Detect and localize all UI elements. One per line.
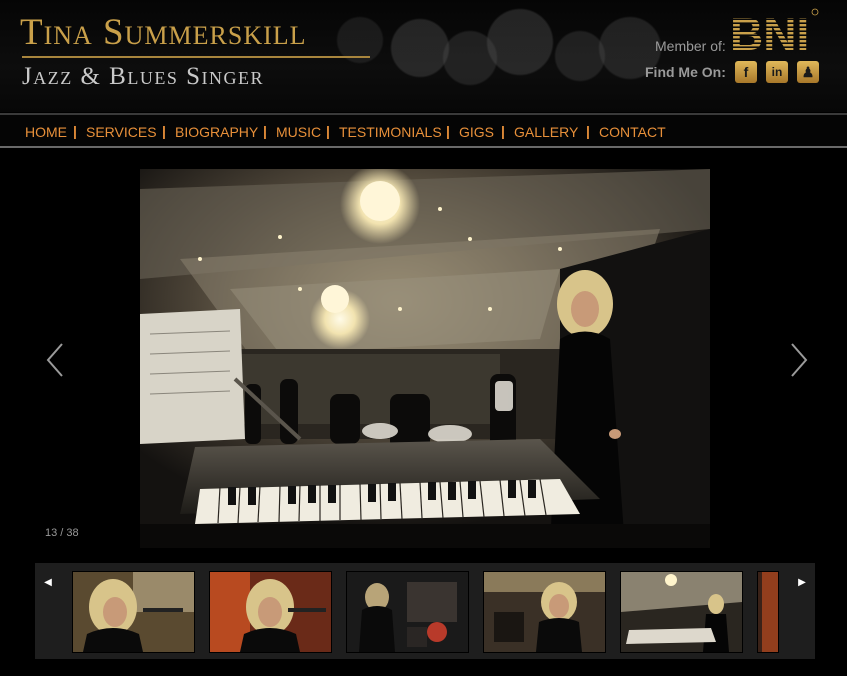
gallery-main-photo[interactable] [140, 169, 710, 548]
thumb-next-button[interactable]: ▶ [789, 563, 815, 659]
nav-bottom-border [0, 146, 847, 148]
chevron-left-icon[interactable] [44, 340, 68, 380]
nav-separator: | [586, 123, 590, 139]
bni-logo[interactable]: BNI [730, 8, 820, 54]
nav-separator: | [73, 123, 77, 139]
site-tagline: Jazz & Blues Singer [22, 63, 264, 90]
nav-biography[interactable]: BIOGRAPHY [175, 124, 258, 140]
bni-text: BNI [730, 8, 809, 54]
member-label: Member of: [655, 38, 726, 54]
nav-separator: | [263, 123, 267, 139]
thumbnail[interactable] [620, 571, 743, 653]
linkedin-icon[interactable]: in [766, 61, 788, 83]
nav-separator: | [446, 123, 450, 139]
facebook-icon[interactable]: f [735, 61, 757, 83]
find-me-label: Find Me On: [645, 64, 726, 80]
nav-home[interactable]: HOME [25, 124, 67, 140]
nav-contact[interactable]: CONTACT [599, 124, 666, 140]
site-header: Tina Summerskill Jazz & Blues Singer Mem… [0, 0, 847, 112]
thumbnail[interactable] [757, 571, 779, 653]
nav-services[interactable]: SERVICES [86, 124, 157, 140]
nav-gallery[interactable]: GALLERY [514, 124, 578, 140]
thumbnail[interactable] [346, 571, 469, 653]
nav-music[interactable]: MUSIC [276, 124, 321, 140]
thumbnail[interactable] [72, 571, 195, 653]
chevron-right-icon[interactable] [786, 340, 810, 380]
nav-separator: | [162, 123, 166, 139]
title-divider [22, 56, 370, 58]
main-nav: HOME | SERVICES | BIOGRAPHY | MUSIC | TE… [0, 115, 847, 146]
photo-counter: 13 / 38 [45, 527, 79, 539]
thumb-prev-button[interactable]: ◀ [35, 563, 61, 659]
myspace-icon[interactable]: ♟ [797, 61, 819, 83]
nav-separator: | [501, 123, 505, 139]
site-title[interactable]: Tina Summerskill [20, 12, 307, 54]
thumbnail[interactable] [483, 571, 606, 653]
nav-gigs[interactable]: GIGS [459, 124, 494, 140]
thumbnail[interactable] [209, 571, 332, 653]
nav-separator: | [326, 123, 330, 139]
thumbnail-strip: ◀ ▶ [35, 563, 815, 659]
nav-testimonials[interactable]: TESTIMONIALS [339, 124, 442, 140]
